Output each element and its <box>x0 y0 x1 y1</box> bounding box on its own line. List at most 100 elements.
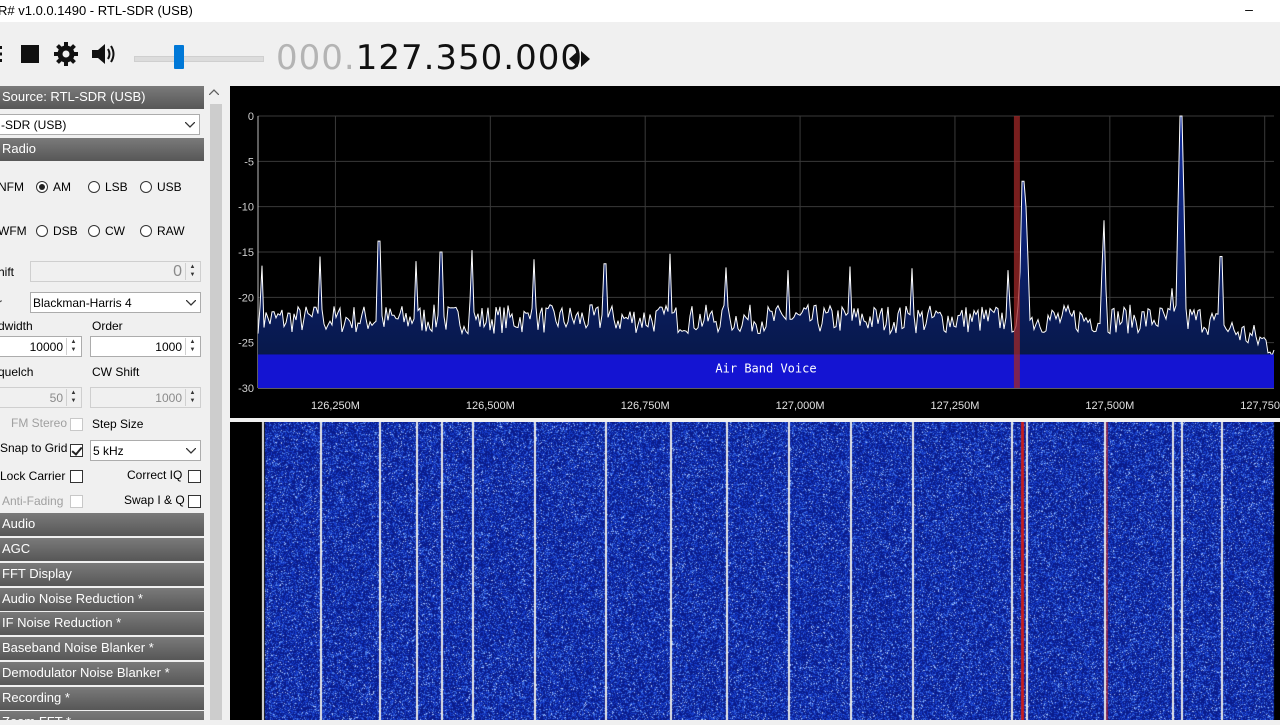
fm-stereo-checkbox[interactable] <box>70 418 83 431</box>
menu-icon[interactable] <box>0 22 8 86</box>
audio-noise-reduction-section-header[interactable]: Audio Noise Reduction * <box>0 588 204 611</box>
squelch-value: 50 <box>49 391 63 405</box>
radio-section-header[interactable]: Radio <box>0 138 204 161</box>
x-tick-label: 127,500M <box>1085 400 1134 412</box>
swap-iq-label: Swap I & Q <box>124 493 185 507</box>
lock-carrier-label: Lock Carrier <box>0 469 66 483</box>
volume-slider-track[interactable] <box>134 56 264 62</box>
speaker-icon[interactable] <box>88 22 120 86</box>
bandwidth-input[interactable]: 10000 ▲ ▼ <box>0 336 82 357</box>
agc-section-header[interactable]: AGC <box>0 538 204 561</box>
mode-am-label[interactable]: AM <box>53 180 71 194</box>
scrollbar-thumb[interactable] <box>210 104 222 720</box>
demodulator-noise-blanker-section-header[interactable]: Demodulator Noise Blanker * <box>0 662 204 685</box>
mode-dsb-label[interactable]: DSB <box>53 224 78 238</box>
waterfall-canvas[interactable] <box>230 422 1280 720</box>
x-tick-label: 127,750M <box>1240 400 1280 412</box>
shift-spinner[interactable]: ▲ ▼ <box>185 263 199 280</box>
source-section-header[interactable]: Source: RTL-SDR (USB) <box>0 86 204 109</box>
chevron-down-icon <box>185 441 197 460</box>
order-input[interactable]: 1000 ▲ ▼ <box>90 336 201 357</box>
baseband-noise-blanker-section-header[interactable]: Baseband Noise Blanker * <box>0 637 204 660</box>
mode-cw-radio[interactable] <box>88 225 100 237</box>
arrow-left-icon[interactable] <box>568 50 579 68</box>
frequency-display[interactable]: 000.127.350.000 <box>276 38 583 78</box>
source-select-value: -SDR (USB) <box>1 118 67 132</box>
cw-shift-input[interactable]: 1000 ▲ ▼ <box>90 387 201 408</box>
x-tick-label: 127,250M <box>930 400 979 412</box>
lock-carrier-checkbox[interactable] <box>70 470 83 483</box>
snap-to-grid-checkbox[interactable] <box>70 444 83 457</box>
scroll-up-icon[interactable] <box>209 89 219 95</box>
tune-arrows[interactable] <box>568 50 591 68</box>
squelch-input[interactable]: 50 ▲ ▼ <box>0 387 82 408</box>
waterfall-display[interactable] <box>230 422 1280 720</box>
y-tick-label: -25 <box>238 338 254 350</box>
bandwidth-value: 10000 <box>29 340 63 354</box>
recording-section-header[interactable]: Recording * <box>0 687 204 710</box>
shift-input[interactable]: 0 ▲ ▼ <box>30 261 201 282</box>
stop-icon[interactable] <box>18 22 42 86</box>
x-tick-label: 126,500M <box>466 400 515 412</box>
mode-wfm-label[interactable]: WFM <box>0 224 27 238</box>
filter-label: r <box>0 296 2 310</box>
mode-dsb-radio[interactable] <box>36 225 48 237</box>
mode-usb-radio[interactable] <box>140 181 152 193</box>
cw-shift-value: 1000 <box>155 391 182 405</box>
mode-am-radio[interactable] <box>36 181 48 193</box>
frequency-leading-digits[interactable]: 000. <box>276 38 356 78</box>
squelch-label: quelch <box>0 365 34 379</box>
frequency-digits[interactable]: 127.350.000 <box>356 38 583 78</box>
y-tick-label: 0 <box>248 111 254 123</box>
correct-iq-checkbox[interactable] <box>188 470 201 483</box>
bandwidth-spinner[interactable]: ▲ ▼ <box>66 338 80 355</box>
arrow-right-icon[interactable] <box>580 50 591 68</box>
step-size-select[interactable]: 5 kHz <box>90 440 201 461</box>
mode-usb-label[interactable]: USB <box>157 180 182 194</box>
fft-display-section-header[interactable]: FFT Display <box>0 563 204 586</box>
cw-shift-spinner[interactable]: ▲ ▼ <box>185 389 199 406</box>
gear-icon[interactable] <box>52 22 80 86</box>
swap-iq-checkbox[interactable] <box>188 495 201 508</box>
panel-scrollbar[interactable] <box>206 86 226 720</box>
shift-value: 0 <box>173 263 182 280</box>
volume-slider-thumb[interactable] <box>174 45 184 69</box>
squelch-spinner[interactable]: ▲ ▼ <box>66 389 80 406</box>
window-title: R# v1.0.0.1490 - RTL-SDR (USB) <box>0 3 193 18</box>
mode-nfm-label[interactable]: NFM <box>0 180 24 194</box>
order-spinner[interactable]: ▲ ▼ <box>185 338 199 355</box>
bandwidth-label: dwidth <box>0 319 33 333</box>
x-tick-label: 126,250M <box>311 400 360 412</box>
x-tick-label: 126,750M <box>621 400 670 412</box>
minimize-button[interactable]: – <box>1238 0 1260 20</box>
shift-label: hift <box>0 265 15 279</box>
x-tick-label: 127,000M <box>776 400 825 412</box>
zoom-fft-section-header[interactable]: Zoom FFT * <box>0 711 204 720</box>
y-tick-label: -30 <box>238 383 254 395</box>
y-tick-label: -10 <box>238 202 254 214</box>
correct-iq-label: Correct IQ <box>127 468 183 482</box>
spectrum-plot[interactable]: 0 -5 -10 -15 -20 -25 -30 126,250M 126,500M 126,75… <box>230 86 1280 418</box>
mode-lsb-radio[interactable] <box>88 181 100 193</box>
step-size-label: Step Size <box>92 417 144 431</box>
anti-fading-checkbox[interactable] <box>70 495 83 508</box>
order-label: Order <box>92 319 123 333</box>
chevron-down-icon <box>184 115 196 134</box>
y-tick-label: -20 <box>238 292 254 304</box>
filter-select-value: Blackman-Harris 4 <box>33 296 132 310</box>
mode-raw-label[interactable]: RAW <box>157 224 185 238</box>
anti-fading-label: Anti-Fading <box>2 494 64 508</box>
filter-select[interactable]: Blackman-Harris 4 <box>30 292 201 313</box>
if-noise-reduction-section-header[interactable]: IF Noise Reduction * <box>0 612 204 635</box>
fm-stereo-label: FM Stereo <box>11 416 68 430</box>
source-select[interactable]: -SDR (USB) <box>0 114 200 135</box>
mode-lsb-label[interactable]: LSB <box>105 180 128 194</box>
cw-shift-label: CW Shift <box>92 365 140 379</box>
spectrum-trace <box>257 115 1275 357</box>
step-size-select-value: 5 kHz <box>93 444 124 458</box>
toolbar <box>0 22 1280 86</box>
mode-raw-radio[interactable] <box>140 225 152 237</box>
audio-section-header[interactable]: Audio <box>0 513 204 536</box>
spectrum-analyzer[interactable]: 0 -5 -10 -15 -20 -25 -30 126,250M 126,500M 126,75… <box>230 86 1280 418</box>
mode-cw-label[interactable]: CW <box>105 224 125 238</box>
